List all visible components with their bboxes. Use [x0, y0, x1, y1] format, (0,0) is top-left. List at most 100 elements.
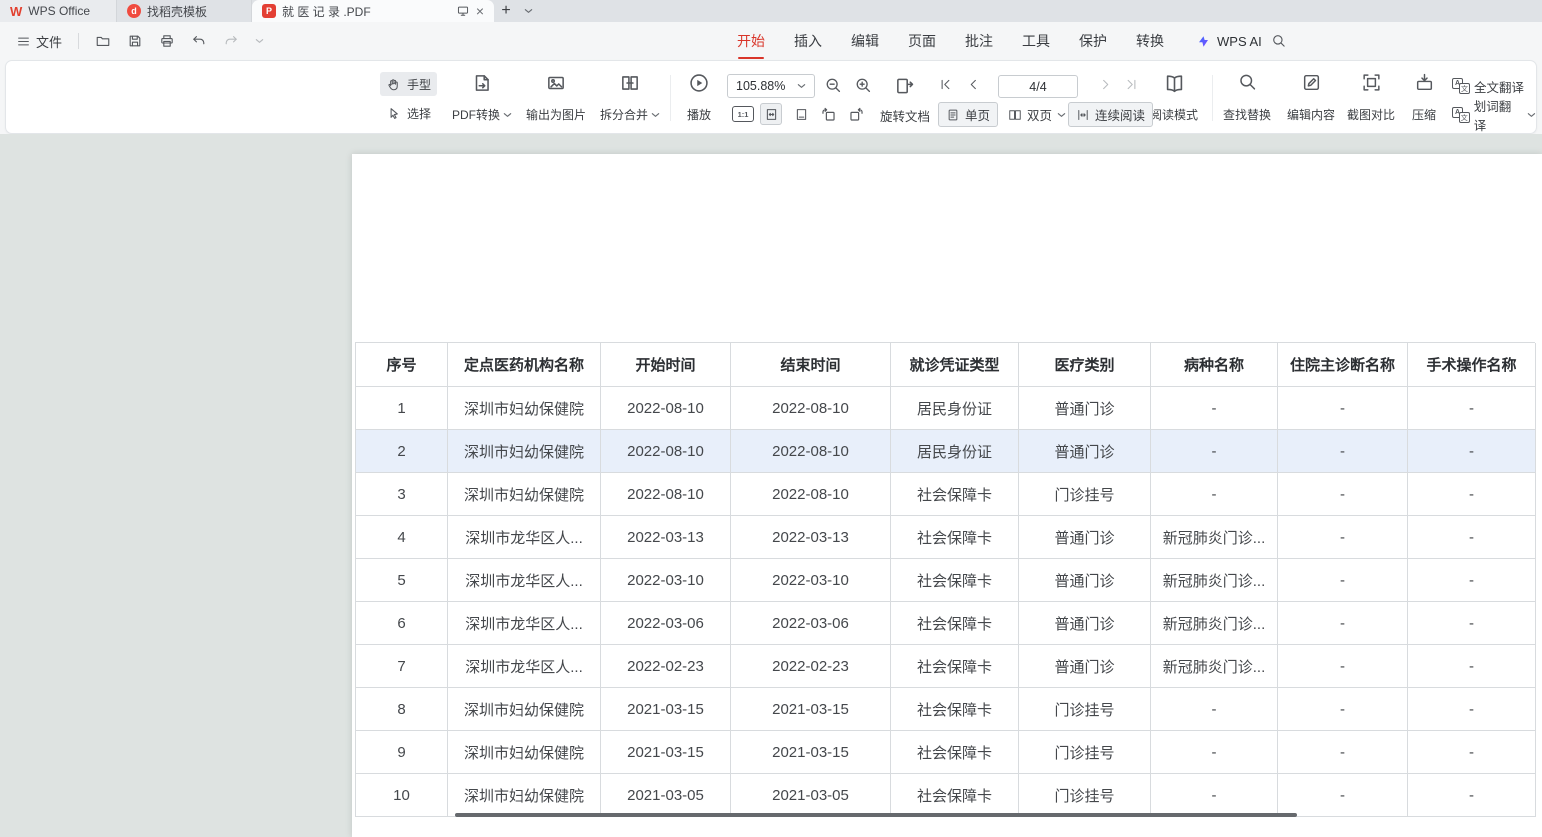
table-cell: 2022-03-13: [601, 516, 731, 559]
table-cell: 2021-03-15: [601, 731, 731, 774]
table-row: 4深圳市龙华区人...2022-03-132022-03-13社会保障卡普通门诊…: [356, 516, 1535, 559]
ribbon-tab-page[interactable]: 页面: [908, 22, 936, 60]
horizontal-scrollbar-thumb[interactable]: [455, 813, 1297, 817]
ribbon-tab-comment[interactable]: 批注: [965, 22, 993, 60]
table-cell: 8: [356, 688, 448, 731]
split-merge-button[interactable]: 拆分合并: [595, 70, 665, 128]
home-tab[interactable]: W WPS Office: [0, 0, 117, 22]
edit-content-button[interactable]: 编辑内容: [1282, 70, 1340, 128]
rotate-right-button[interactable]: [848, 106, 865, 123]
previous-page-button[interactable]: [966, 77, 981, 92]
table-cell: 2022-02-23: [601, 645, 731, 688]
zoom-out-button[interactable]: [824, 76, 843, 95]
ribbon-tab-convert[interactable]: 转换: [1136, 22, 1164, 60]
table-cell: 深圳市妇幼保健院: [448, 473, 601, 516]
ribbon-tab-protect[interactable]: 保护: [1079, 22, 1107, 60]
table-cell: 5: [356, 559, 448, 602]
next-page-icon: [1098, 77, 1113, 92]
first-page-button[interactable]: [938, 77, 953, 92]
word-translation-button[interactable]: A文 划词翻译: [1452, 103, 1536, 127]
table-cell: -: [1151, 731, 1278, 774]
compress-button[interactable]: 压缩: [1404, 70, 1444, 128]
table-cell: 普通门诊: [1019, 645, 1151, 688]
export-image-button[interactable]: 输出为图片: [519, 70, 593, 128]
actual-size-button[interactable]: 1:1: [732, 106, 754, 122]
continuous-read-toggle[interactable]: 连续阅读: [1068, 102, 1153, 127]
template-tab-label: 找稻壳模板: [147, 3, 207, 20]
table-cell: 社会保障卡: [891, 602, 1019, 645]
doc-table: 序号定点医药机构名称开始时间结束时间就诊凭证类型医疗类别病种名称住院主诊断名称手…: [355, 342, 1535, 817]
split-merge-label: 拆分合并: [600, 106, 648, 123]
undo-history-dropdown[interactable]: [249, 34, 270, 48]
fit-width-toggle[interactable]: [790, 103, 812, 125]
select-tool-button[interactable]: 选择: [380, 101, 437, 125]
ribbon-tab-edit[interactable]: 编辑: [851, 22, 879, 60]
ribbon-panel: 手型 选择 PDF转换 输出为图片 拆分合并: [5, 60, 1537, 134]
table-cell: 10: [356, 774, 448, 817]
play-button[interactable]: 播放: [676, 70, 722, 128]
menu-bar: 文件: [0, 22, 1542, 60]
ribbon-tab-insert[interactable]: 插入: [794, 22, 822, 60]
save-button[interactable]: [121, 29, 149, 53]
table-cell: -: [1278, 645, 1408, 688]
next-page-button[interactable]: [1098, 77, 1113, 92]
table-cell: -: [1408, 602, 1536, 645]
compress-icon: [1414, 72, 1435, 93]
column-header: 医疗类别: [1019, 343, 1151, 387]
find-replace-button[interactable]: 查找替换: [1218, 70, 1276, 128]
zoom-combo[interactable]: 105.88%: [727, 74, 815, 98]
rotate-left-button[interactable]: [820, 106, 837, 123]
table-cell: 2022-02-23: [731, 645, 891, 688]
undo-button[interactable]: [185, 29, 213, 53]
document-canvas: 序号定点医药机构名称开始时间结束时间就诊凭证类型医疗类别病种名称住院主诊断名称手…: [0, 134, 1542, 837]
hand-tool-button[interactable]: 手型: [380, 72, 437, 96]
pdf-icon: P: [262, 4, 276, 18]
fit-page-icon: [894, 75, 916, 97]
table-cell: 2022-08-10: [601, 387, 731, 430]
table-cell: 社会保障卡: [891, 688, 1019, 731]
screenshot-compare-button[interactable]: 截图对比: [1342, 70, 1400, 128]
table-row: 6深圳市龙华区人...2022-03-062022-03-06社会保障卡普通门诊…: [356, 602, 1535, 645]
group-divider: [1212, 75, 1213, 121]
open-file-button[interactable]: [89, 29, 117, 53]
single-page-toggle[interactable]: 单页: [938, 102, 998, 127]
play-icon: [688, 72, 710, 94]
table-row: 5深圳市龙华区人...2022-03-102022-03-10社会保障卡普通门诊…: [356, 559, 1535, 602]
zoom-in-button[interactable]: [854, 76, 873, 95]
page-number-input[interactable]: 4/4: [998, 75, 1078, 98]
full-translation-label: 全文翻译: [1474, 77, 1524, 96]
pdf-convert-button[interactable]: PDF转换: [447, 70, 517, 128]
zoom-in-icon: [854, 76, 873, 95]
last-page-button[interactable]: [1124, 77, 1139, 92]
tab-list-dropdown[interactable]: [518, 0, 539, 22]
close-tab-icon[interactable]: ×: [476, 4, 484, 18]
table-cell: 门诊挂号: [1019, 731, 1151, 774]
monitor-icon[interactable]: [456, 4, 470, 18]
double-page-button[interactable]: 双页: [1001, 102, 1073, 127]
page-indicator: 4/4: [1029, 80, 1046, 94]
file-menu-button[interactable]: 文件: [10, 28, 68, 55]
export-image-label: 输出为图片: [526, 106, 586, 123]
redo-button[interactable]: [217, 29, 245, 53]
table-cell: -: [1408, 559, 1536, 602]
rotate-document-button[interactable]: 旋转文档: [880, 103, 930, 127]
table-row: 10深圳市妇幼保健院2021-03-052021-03-05社会保障卡门诊挂号-…: [356, 774, 1535, 817]
previous-page-icon: [966, 77, 981, 92]
fit-page-button[interactable]: [894, 75, 916, 97]
new-tab-button[interactable]: +: [494, 0, 518, 22]
table-cell: 深圳市妇幼保健院: [448, 688, 601, 731]
document-tab[interactable]: P 就 医 记 录 .PDF ×: [252, 0, 494, 22]
full-translation-button[interactable]: A文 全文翻译: [1452, 74, 1524, 98]
table-cell: -: [1278, 731, 1408, 774]
table-cell: 2021-03-15: [731, 731, 891, 774]
ribbon-tab-tools[interactable]: 工具: [1022, 22, 1050, 60]
table-cell: 居民身份证: [891, 387, 1019, 430]
template-tab[interactable]: d 找稻壳模板: [117, 0, 252, 22]
global-search-button[interactable]: [1271, 22, 1287, 60]
print-button[interactable]: [153, 29, 181, 53]
table-cell: 门诊挂号: [1019, 473, 1151, 516]
fit-page-toggle[interactable]: [760, 103, 782, 125]
ribbon-tab-home[interactable]: 开始: [737, 22, 765, 60]
wps-ai-button[interactable]: WPS AI: [1196, 22, 1262, 60]
table-row: 9深圳市妇幼保健院2021-03-152021-03-15社会保障卡门诊挂号--…: [356, 731, 1535, 774]
